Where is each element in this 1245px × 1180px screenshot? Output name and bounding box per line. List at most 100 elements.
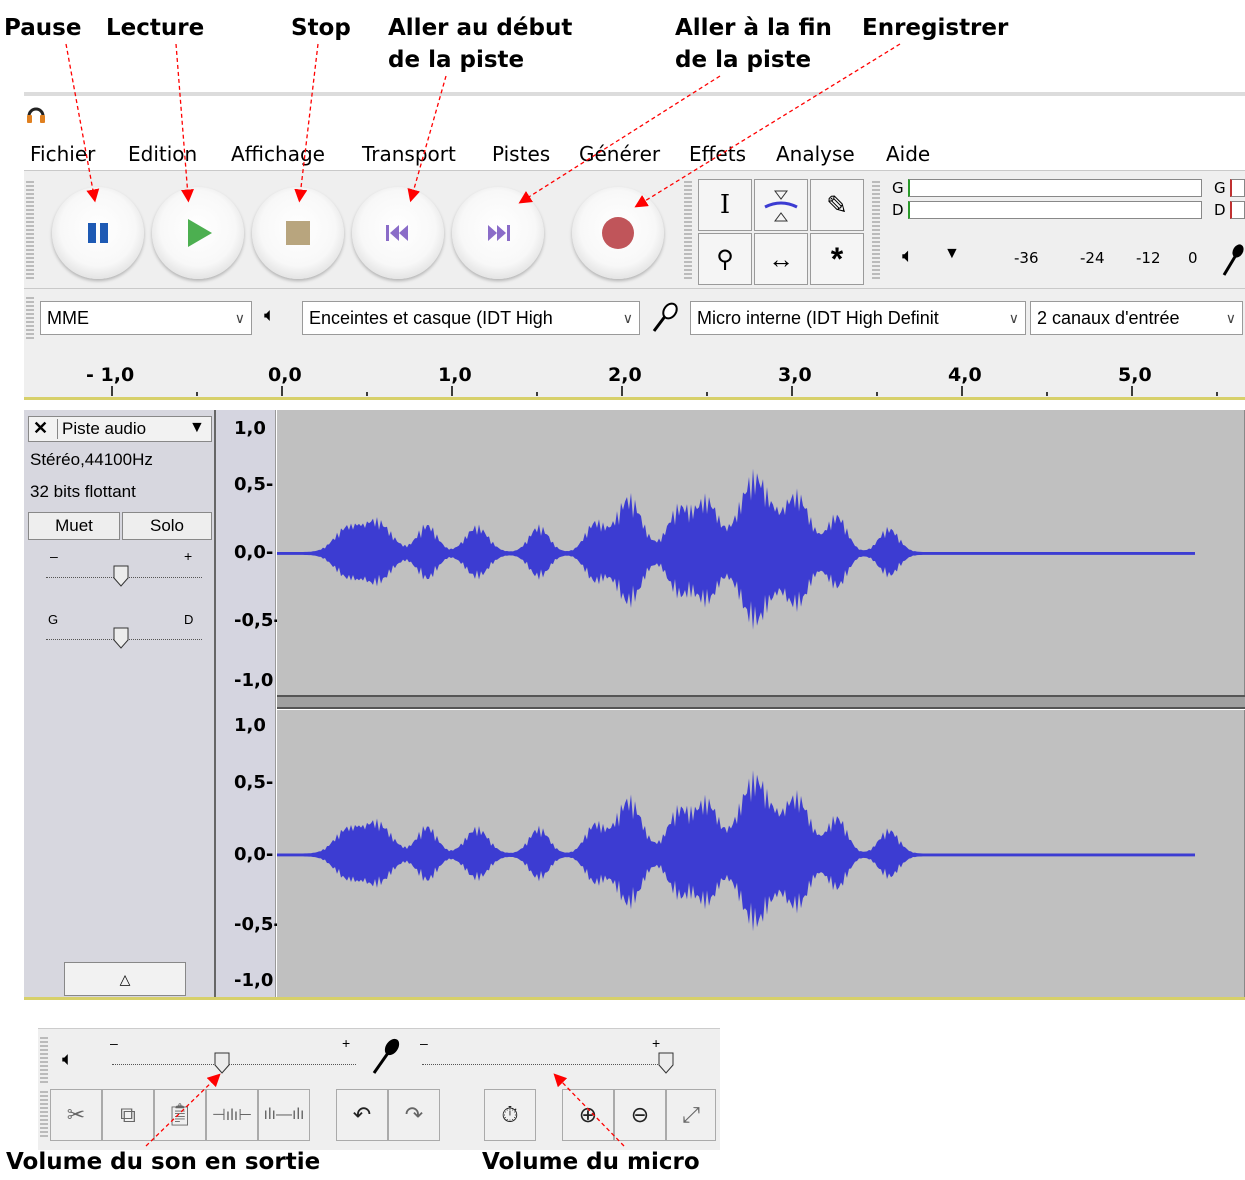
waveform-peak [277,770,1195,932]
trim-audio-icon: ⊣ılı⊢ [211,1107,253,1124]
skip-to-end-button[interactable] [452,187,544,279]
input-channels-value: 2 canaux d'entrée [1037,308,1180,328]
meter2-left-label: G [1214,179,1226,197]
redo-icon: ↷ [404,1102,424,1127]
zoom-out-button[interactable]: ⊖ [614,1089,666,1141]
mixer-grip[interactable] [40,1037,48,1083]
collapse-track-button[interactable]: △ [64,962,186,996]
solo-button[interactable]: Solo [122,512,212,540]
menu-analyse[interactable]: Analyse [776,142,855,166]
menu-affichage[interactable]: Affichage [231,142,325,166]
scale-label: 0,0- [234,542,274,563]
output-volume-slider[interactable] [112,1063,356,1065]
app-icon [27,107,45,123]
silence-button[interactable]: ılı—ılı [258,1089,310,1141]
mic-volume-slider[interactable] [422,1063,666,1065]
scale-label: 0,0- [234,844,274,865]
play-button[interactable] [152,187,244,279]
device-grip[interactable] [26,297,34,341]
waveform-right-channel[interactable] [277,710,1245,998]
undo-button[interactable]: ↶ [336,1089,388,1141]
paste-button[interactable]: 📋︎ [154,1089,206,1141]
ruler-label: 5,0 [1118,364,1152,386]
stop-icon [286,221,310,245]
track-header: ✕ Piste audio ▼ [28,416,212,442]
record-meter-right[interactable] [1230,201,1245,219]
main-toolbar: I ✎ ⚲ ↔ * G D G D 🔈︎ ▼ -36 -24 -12 0 [24,170,1245,288]
sync-lock-button[interactable]: ⏱ [484,1089,536,1141]
fit-selection-icon: ⤢ [682,1102,700,1127]
playback-meter-left[interactable] [908,179,1202,197]
cut-button[interactable]: ✂ [50,1089,102,1141]
input-microphone-icon [652,302,678,332]
zoom-in-button[interactable]: ⊕ [562,1089,614,1141]
audio-host-select[interactable]: MME ∨ [40,301,252,335]
track-control-panel: ✕ Piste audio ▼ Stéréo,44100Hz 32 bits f… [24,410,216,998]
input-channels-select[interactable]: 2 canaux d'entrée ∨ [1030,301,1243,335]
output-device-select[interactable]: Enceintes et casque (IDT High ∨ [302,301,640,335]
time-shift-tool[interactable]: ↔ [754,233,808,285]
menu-effets[interactable]: Effets [689,142,746,166]
meter-menu-dropdown[interactable]: ▼ [944,245,960,263]
skip-to-start-button[interactable] [352,187,444,279]
output-volume-minus: – [110,1035,118,1051]
ruler-label: - 1,0 [86,364,135,386]
fit-selection-button[interactable]: ⤢ [666,1089,716,1141]
track-name-menu[interactable]: Piste audio [57,419,146,439]
meter-tick-24: -24 [1080,249,1105,267]
annotation-skip-end-line1: Aller à la fin [675,15,832,41]
output-device-value: Enceintes et casque (IDT High [309,308,553,328]
record-icon [602,217,634,249]
menu-transport[interactable]: Transport [362,142,456,166]
pause-icon [88,223,108,243]
device-toolbar: MME ∨ 🔈︎ Enceintes et casque (IDT High ∨ M… [24,288,1245,348]
mixer-edit-toolbar: 🔈︎ – + – + ✂ ⧉ 📋︎ ⊣ılı⊢ ılı—ılı ↶ ↷ ⏱ ⊕ … [38,1028,720,1150]
output-volume-thumb[interactable] [213,1051,231,1075]
close-track-icon[interactable]: ✕ [33,418,48,439]
selection-tool[interactable]: I [698,179,752,231]
menu-aide[interactable]: Aide [886,142,930,166]
envelope-tool[interactable] [754,179,808,231]
ruler-label: 0,0 [268,364,302,386]
magnifier-icon: ⚲ [716,245,734,273]
waveform-left-svg [277,468,1195,630]
chevron-down-icon: ∨ [1008,310,1019,326]
redo-button[interactable]: ↷ [388,1089,440,1141]
gain-plus-label: + [184,548,193,564]
track-menu-dropdown-icon[interactable]: ▼ [189,419,205,437]
record-button[interactable] [572,187,664,279]
waveform-left-channel[interactable] [277,410,1245,695]
menu-fichier[interactable]: Fichier [30,142,95,166]
mute-button[interactable]: Muet [28,512,120,540]
paste-icon: 📋︎ [166,1102,194,1127]
trim-button[interactable]: ⊣ılı⊢ [206,1089,258,1141]
track-bits: 32 bits flottant [30,482,136,501]
pan-slider-thumb[interactable] [112,626,130,650]
input-device-select[interactable]: Micro interne (IDT High Definit ∨ [690,301,1026,335]
multi-tool[interactable]: * [810,233,864,285]
meter-grip[interactable] [872,181,880,279]
track-bottom-border [24,997,1245,1000]
menu-pistes[interactable]: Pistes [492,142,550,166]
meter-tick-36: -36 [1014,249,1039,267]
channel-divider[interactable] [277,695,1245,709]
playback-meter-right[interactable] [908,201,1202,219]
annotation-skip-start-line2: de la piste [388,47,525,73]
menu-generer[interactable]: Générer [579,142,660,166]
mic-volume-plus: + [652,1035,661,1051]
tools-grip[interactable] [684,181,692,279]
draw-tool[interactable]: ✎ [810,179,864,231]
toolbar-grip[interactable] [26,181,34,279]
ruler-label: 4,0 [948,364,982,386]
gain-slider-thumb[interactable] [112,564,130,588]
mic-volume-thumb[interactable] [657,1051,675,1075]
record-meter-left[interactable] [1230,179,1245,197]
zoom-tool[interactable]: ⚲ [698,233,752,285]
timeline-ruler[interactable]: - 1,0 0,0 1,0 2,0 3,0 4,0 5,0 [24,348,1245,400]
stop-button[interactable] [252,187,344,279]
pause-button[interactable] [52,187,144,279]
copy-button[interactable]: ⧉ [102,1089,154,1141]
menu-edition[interactable]: Edition [128,142,197,166]
triangle-up-icon: △ [119,971,131,987]
edit-grip[interactable] [40,1091,48,1137]
